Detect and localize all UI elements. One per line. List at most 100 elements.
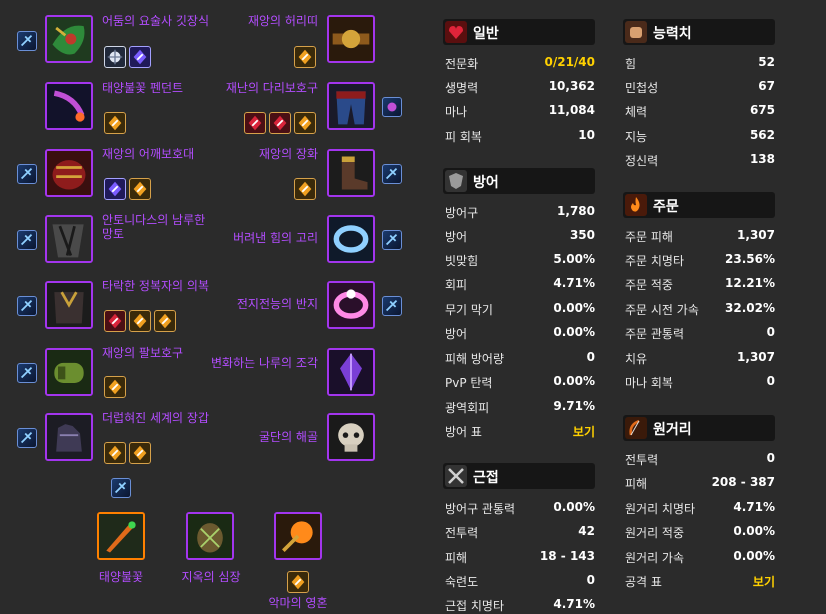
orange-gem-icon (104, 442, 126, 464)
enchant-icon[interactable] (382, 97, 402, 117)
item-name[interactable]: 더럽혀진 세계의 장갑 (102, 411, 220, 425)
attack-table-link[interactable]: 보기 (753, 573, 775, 590)
stat-label: 주문 시전 가속 (625, 303, 699, 317)
stat-value: 0 (766, 451, 775, 465)
armor-icon[interactable] (45, 149, 93, 197)
shoulder-pad-icon[interactable] (45, 15, 93, 63)
stat-row: 민첩성 67 (625, 77, 775, 95)
item-name[interactable]: 버려낸 힘의 고리 (198, 231, 318, 245)
stat-label: 원거리 가속 (625, 551, 685, 565)
stat-row: 주문 치명타 23.56% (625, 250, 775, 268)
stat-row: 원거리 적중 0.00% (625, 522, 775, 540)
stat-label: 숙련도 (445, 575, 479, 589)
stat-label: 피해 (625, 477, 648, 491)
stat-value: 0/21/40 (544, 55, 595, 69)
enchant-icon[interactable] (17, 428, 37, 448)
item-name[interactable]: 전지전능의 반지 (198, 297, 318, 311)
enchant-icon[interactable] (382, 164, 402, 184)
orange-gem-icon (287, 571, 309, 593)
stat-value: 4.71% (553, 597, 595, 611)
weapon-name[interactable]: 지옥의 심장 (166, 570, 256, 584)
bracer-icon[interactable] (45, 348, 93, 396)
stat-value: 0.00% (553, 374, 595, 388)
stat-value: 208 - 387 (711, 475, 775, 489)
red-gem-icon (104, 310, 126, 332)
stat-value: 18 - 143 (539, 549, 595, 563)
stat-label: PvP 탄력 (445, 376, 493, 390)
cloak-icon[interactable] (45, 215, 93, 263)
stat-label: 피 회복 (445, 130, 482, 144)
orange-gem-icon (294, 178, 316, 200)
boots-icon[interactable] (327, 149, 375, 197)
stat-label: 치유 (625, 352, 648, 366)
stat-value: 0 (766, 374, 775, 388)
enchant-icon[interactable] (17, 363, 37, 383)
stat-label: 힘 (625, 57, 637, 71)
amulet-icon[interactable] (45, 82, 93, 130)
offhand-icon[interactable] (186, 512, 234, 560)
stat-label: 전투력 (445, 526, 479, 540)
stat-value: 4.71% (733, 500, 775, 514)
stats-spell-header: 주문 (623, 192, 775, 218)
orange-gem-icon (294, 112, 316, 134)
stat-row: 마나 11,084 (445, 101, 595, 119)
enchant-icon[interactable] (17, 164, 37, 184)
stat-row: 주문 피해 1,307 (625, 226, 775, 244)
crystal-icon[interactable] (327, 348, 375, 396)
stat-label: 주문 치명타 (625, 254, 685, 268)
weapon-name[interactable]: 악마의 영혼 (256, 596, 340, 610)
stat-row: 방어 350 (445, 226, 595, 244)
skull-icon[interactable] (327, 413, 375, 461)
ring-pink-icon[interactable] (327, 281, 375, 329)
item-name[interactable]: 굴단의 해골 (198, 430, 318, 444)
stat-label: 민첩성 (625, 81, 659, 95)
stats-spell-title: 주문 (653, 199, 679, 215)
pants-icon[interactable] (327, 82, 375, 130)
item-name[interactable]: 재앙의 허리띠 (198, 14, 318, 28)
stat-row: 방어 0.00% (445, 323, 595, 341)
orange-gem-icon (129, 442, 151, 464)
stat-value: 0 (586, 350, 595, 364)
stat-row: 마나 회복 0 (625, 372, 775, 390)
enchant-icon[interactable] (17, 230, 37, 250)
item-name[interactable]: 타락한 정복자의 의복 (102, 279, 220, 293)
stat-label: 근접 치명타 (445, 599, 505, 613)
enchant-icon[interactable] (17, 31, 37, 51)
heart-icon (445, 21, 467, 43)
gloves-icon[interactable] (45, 413, 93, 461)
stat-label: 원거리 치명타 (625, 502, 696, 516)
stat-label: 전문화 (445, 57, 479, 71)
stat-row: PvP 탄력 0.00% (445, 372, 595, 390)
item-name[interactable]: 변화하는 나루의 조각 (198, 356, 318, 370)
enchant-icon[interactable] (111, 478, 131, 498)
defense-table-link[interactable]: 보기 (573, 423, 595, 440)
stat-value: 562 (749, 128, 775, 142)
stat-label: 방어구 관통력 (445, 502, 516, 516)
dagger-icon[interactable] (97, 512, 145, 560)
stat-label: 광역회피 (445, 401, 490, 415)
weapon-name[interactable]: 태양불꽃 (81, 570, 161, 584)
item-name[interactable]: 재앙의 장화 (198, 147, 318, 161)
wand-icon[interactable] (274, 512, 322, 560)
stat-label: 방어 (445, 327, 468, 341)
item-name[interactable]: 재난의 다리보호구 (198, 81, 318, 95)
stat-value: 5.00% (553, 252, 595, 266)
stat-label: 공격 표 (625, 575, 662, 589)
stat-row: 피 회복 10 (445, 126, 595, 144)
stat-row: 방어 표 보기 (445, 421, 595, 439)
stat-value: 0 (586, 573, 595, 587)
swords-icon (445, 465, 467, 487)
enchant-icon[interactable] (17, 296, 37, 316)
belt-icon[interactable] (327, 15, 375, 63)
enchant-icon[interactable] (382, 230, 402, 250)
stat-row: 숙련도 0 (445, 571, 595, 589)
chest-icon[interactable] (45, 281, 93, 329)
stat-label: 피해 (445, 551, 468, 565)
red-gem-icon (269, 112, 291, 134)
orange-gem-icon (154, 310, 176, 332)
red-gem-icon (244, 112, 266, 134)
orange-gem-icon (129, 310, 151, 332)
ring-icon[interactable] (327, 215, 375, 263)
stat-row: 체력 675 (625, 101, 775, 119)
enchant-icon[interactable] (382, 296, 402, 316)
